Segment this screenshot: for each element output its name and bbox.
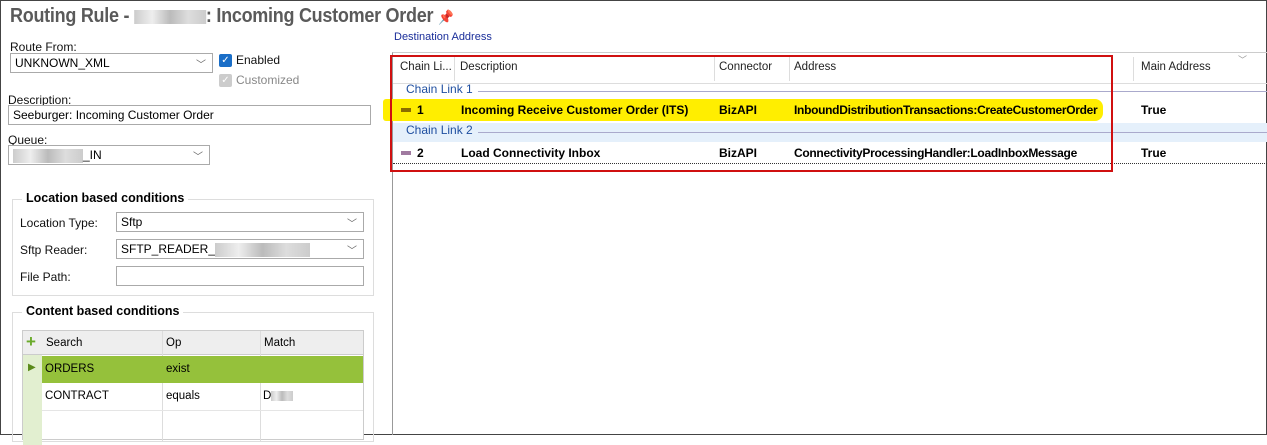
title-suffix: : Incoming Customer Order — [205, 5, 434, 27]
cell-search[interactable]: ORDERS — [45, 363, 94, 375]
col-search[interactable]: Search — [46, 337, 82, 349]
redacted-text — [271, 390, 294, 401]
cell-main-address: True — [1141, 103, 1167, 117]
cell-main-address: True — [1141, 146, 1167, 160]
sftp-reader-label: Sftp Reader: — [20, 243, 88, 257]
pin-icon[interactable]: 📌 — [438, 9, 454, 25]
cell-op[interactable]: exist — [166, 363, 190, 375]
add-row-icon[interactable]: + — [26, 332, 36, 352]
cell-match[interactable]: D — [263, 390, 294, 402]
chevron-down-icon: ﹀ — [193, 152, 203, 163]
title-prefix: Routing Rule - — [10, 5, 134, 27]
destination-address-label: Destination Address — [394, 31, 492, 43]
col-match[interactable]: Match — [264, 337, 295, 349]
cell-search[interactable]: CONTRACT — [45, 390, 109, 402]
chevron-down-icon: ﹀ — [347, 219, 357, 230]
col-op[interactable]: Op — [166, 337, 181, 349]
sftp-reader-select[interactable]: SFTP_READER_ ﹀ — [116, 239, 364, 259]
description-input[interactable]: Seeburger: Incoming Customer Order — [8, 105, 371, 125]
customized-checkbox: ✓ Customized — [219, 73, 300, 88]
redacted-text — [133, 9, 206, 24]
route-from-label: Route From: — [10, 40, 77, 54]
location-type-select[interactable]: Sftp ﹀ — [116, 212, 364, 232]
enabled-checkbox[interactable]: ✓ Enabled — [219, 53, 281, 68]
enabled-label: Enabled — [236, 53, 281, 67]
checkbox-checked-icon: ✓ — [219, 54, 232, 68]
customized-label: Customized — [236, 73, 300, 87]
page-title: Routing Rule - : Incoming Customer Order… — [10, 5, 454, 28]
col-main-address[interactable]: Main Address — [1141, 61, 1211, 73]
chevron-down-icon: ﹀ — [196, 60, 206, 71]
queue-select[interactable]: _IN ﹀ — [8, 145, 210, 165]
match-value: D — [263, 390, 272, 402]
route-from-value: UNKNOWN_XML — [15, 56, 110, 70]
checkbox-checked-icon: ✓ — [219, 74, 232, 88]
location-type-value: Sftp — [121, 215, 143, 229]
queue-value: _IN — [83, 148, 102, 162]
content-group-title: Content based conditions — [22, 304, 184, 318]
redacted-text — [215, 242, 311, 257]
location-type-label: Location Type: — [20, 216, 98, 230]
file-path-label: File Path: — [20, 270, 71, 284]
annotation-red-box — [390, 55, 1113, 172]
chevron-down-icon[interactable]: ﹀ — [1238, 53, 1247, 66]
sftp-reader-value: SFTP_READER_ — [121, 242, 216, 256]
row-pointer-icon: ▶ — [28, 362, 36, 373]
chevron-down-icon: ﹀ — [347, 246, 357, 257]
conditions-grid: + Search Op Match ▶ ORDERS exist CONTRAC… — [22, 330, 364, 445]
location-group-title: Location based conditions — [22, 191, 189, 205]
file-path-input[interactable] — [116, 266, 364, 286]
redacted-text — [13, 148, 83, 163]
route-from-select[interactable]: UNKNOWN_XML ﹀ — [10, 53, 213, 73]
cell-op[interactable]: equals — [166, 390, 200, 402]
